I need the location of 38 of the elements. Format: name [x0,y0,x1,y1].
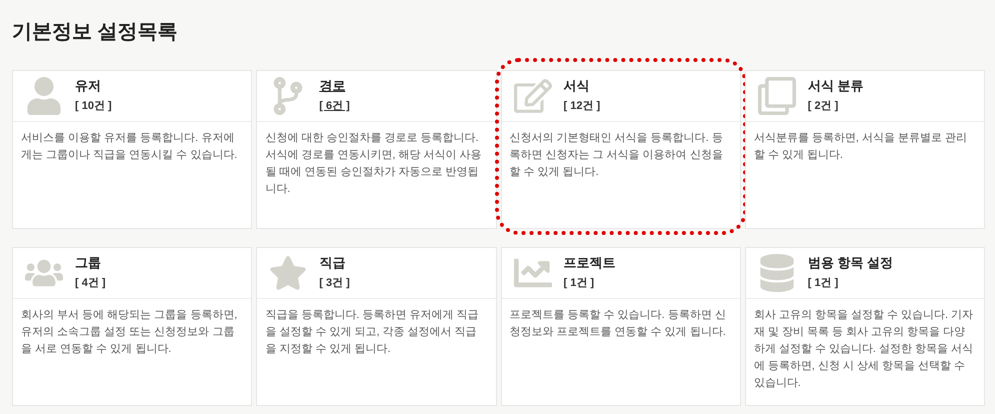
database-icon [758,254,796,292]
star-icon [269,254,308,292]
card[interactable]: 프로젝트 [ 1건 ] 프로젝트를 등록할 수 있습니다. 등록하면 신청정보와 프로젝트를 연동할 수 있게 됩니다. [500,247,741,406]
page-title: 기본정보 설정목록 [12,20,179,44]
card-description: 신청에 대한 승인절차를 경로로 등록합니다. 서식에 경로를 연동시키면, 해당 서식이 사용될 때에 연동된 승인절차가 자동으로 반영됩니다. [264,131,483,197]
card-title: 범용 항목 설정 [808,255,893,271]
card-description: 프로젝트를 등록할 수 있습니다. 등록하면 신청정보와 프로젝트를 연동할 수 있게 됩니다. [508,308,727,340]
card[interactable]: 서식 [ 12건 ] 신청서의 기본형태인 서식을 등록합니다. 등록하면 신청자는 그 서식을 이용하여 신청을 할 수 있게 됩니다. [500,70,741,229]
item-count: [ 12건 ] [564,99,600,114]
card-title: 유저 [75,78,102,94]
card-description: 서비스를 이용할 유저를 등록합니다. 유저에게는 그룹이나 직급을 연동시킬 수 있습니다. [20,131,238,163]
card[interactable]: 서식 분류 [ 2건 ] 서식분류를 등록하면, 서식을 분류별로 관리할 수 있게 됩니다. [744,70,985,229]
card-description: 회사의 부서 등에 해당되는 그룹을 등록하면, 유저의 소속그룹 설정 또는 신청정보와 그룹을 서로 연동할 수 있게 됩니다. [20,308,238,357]
item-count: [ 1건 ] [808,276,840,291]
item-count: [ 4건 ] [75,276,106,291]
card-description: 회사 고유의 항목을 설정할 수 있습니다. 기자재 및 장비 목록 등 회사 고유의 항목을 다양하게 설정할 수 있습니다. 설정한 항목을 서식에 등록하면, 신청 시 상세 항목을 선택할 수 있습니다. [752,308,974,391]
edit-icon [514,77,552,115]
card[interactable]: 범용 항목 설정 [ 1건 ] 회사 고유의 항목을 설정할 수 있습니다. 기자재 및 장비 목록 등 회사 고유의 항목을 다양하게 설정할 수 있습니다. 설정한 항목을 서식에 등록하면, 신청 시 상세 항목을 선택할 수 있습니다. [744,247,985,406]
card-title: 서식 [564,78,590,94]
copy-icon [758,77,796,115]
card-description: 직급을 등록합니다. 등록하면 유저에게 직급을 설정할 수 있게 되고, 각종 설정에서 직급을 지정할 수 있게 됩니다. [264,308,480,357]
card-title: 그룹 [75,255,102,271]
item-count: [ 2건 ] [808,99,840,114]
item-count: [ 6건 ] [319,99,350,114]
item-count: [ 3건 ] [319,276,350,291]
user-icon [25,77,63,115]
card[interactable]: 직급 [ 3건 ] 직급을 등록합니다. 등록하면 유저에게 직급을 설정할 수 있게 되고, 각종 설정에서 직급을 지정할 수 있게 됩니다. [256,247,496,406]
card-description: 서식분류를 등록하면, 서식을 분류별로 관리할 수 있게 됩니다. [752,131,968,163]
card[interactable]: 유저 [ 10건 ] 서비스를 이용할 유저를 등록합니다. 유저에게는 그룹이나 직급을 연동시킬 수 있습니다. [12,70,252,229]
card-title: 직급 [319,255,346,271]
card-title: 프로젝트 [564,255,616,271]
card-description: 신청서의 기본형태인 서식을 등록합니다. 등록하면 신청자는 그 서식을 이용하여 신청을 할 수 있게 됩니다. [508,131,724,180]
card[interactable]: 경로 [ 6건 ] 신청에 대한 승인절차를 경로로 등록합니다. 서식에 경로를 연동시키면, 해당 서식이 사용될 때에 연동된 승인절차가 자동으로 반영됩니다. [256,70,496,229]
item-count: [ 1건 ] [564,276,596,291]
card[interactable]: 그룹 [ 4건 ] 회사의 부서 등에 해당되는 그룹을 등록하면, 유저의 소속그룹 설정 또는 신청정보와 그룹을 서로 연동할 수 있게 됩니다. [12,247,252,406]
item-count: [ 10건 ] [75,99,112,114]
card-title: 서식 분류 [808,78,864,94]
card-title: 경로 [319,78,346,94]
